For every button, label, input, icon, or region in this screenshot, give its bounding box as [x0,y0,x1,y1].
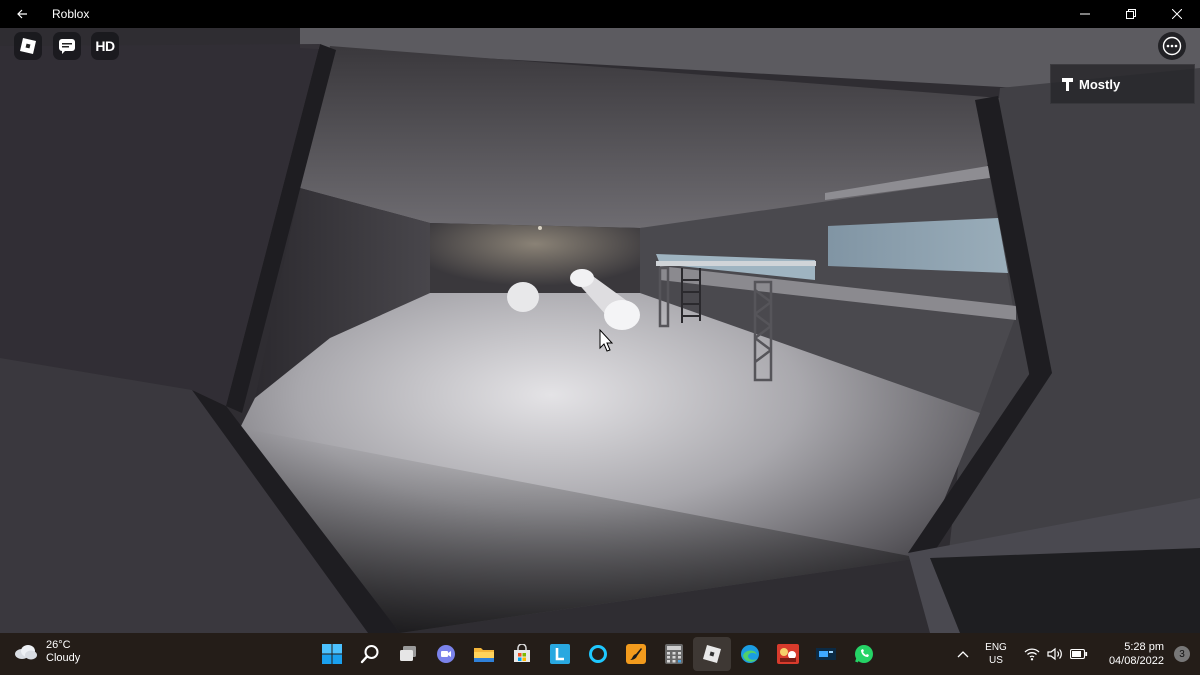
volume-icon [1047,647,1062,661]
tool-slot[interactable]: Mostly [1050,64,1195,104]
game-app-icon [777,644,799,664]
window-controls [1062,0,1200,28]
game-app-button[interactable] [769,637,807,671]
clock-time: 5:28 pm [1124,641,1164,653]
microsoft-store-button[interactable] [503,637,541,671]
chat-icon [59,39,75,54]
roblox-app-icon [703,645,721,663]
cloudy-icon [15,645,37,660]
teams-chat-button[interactable] [427,637,465,671]
video-app-button[interactable] [807,637,845,671]
back-button[interactable] [0,0,44,28]
video-app-icon [816,648,836,660]
windows-taskbar: 26°C Cloudy ENG US 5:28 pm 04/08/2022 3 [0,633,1200,675]
calculator-icon [665,644,683,664]
more-options-icon [1162,36,1182,56]
roblox-app-button[interactable] [693,637,731,671]
calculator-button[interactable] [655,637,693,671]
quick-settings[interactable] [1024,647,1088,661]
language-code: ENG [985,642,1007,653]
paint-app-button[interactable] [617,637,655,671]
roblox-menu-button[interactable] [14,32,42,60]
notification-badge[interactable]: 3 [1174,646,1190,662]
game-viewport[interactable]: HD Mostly [0,28,1200,633]
back-arrow-icon [17,9,27,19]
minimize-button[interactable] [1062,0,1108,28]
search-button[interactable] [351,637,389,671]
file-explorer-icon [474,648,494,662]
clock[interactable]: 5:28 pm 04/08/2022 [1098,640,1164,668]
wifi-icon [1024,648,1040,661]
restore-button[interactable] [1108,0,1154,28]
roblox-logo-icon [20,38,36,54]
close-button[interactable] [1154,0,1200,28]
hammer-icon [1062,78,1073,91]
show-hidden-icons-button[interactable] [950,650,976,658]
search-icon [360,645,379,664]
weather-temperature: 26°C [46,639,71,651]
l-app-icon [550,644,570,664]
more-options-button[interactable] [1158,32,1186,60]
start-button[interactable] [313,637,351,671]
chevron-up-icon [957,651,969,658]
weather-widget[interactable]: 26°C Cloudy [14,639,80,665]
task-view-icon [400,646,416,661]
hd-label: HD [95,38,115,54]
edge-icon [741,645,759,663]
restore-icon [1126,9,1136,19]
microsoft-store-icon [514,644,530,662]
cylinder-part[interactable] [507,282,539,312]
whatsapp-icon [855,645,873,663]
tool-name: Mostly [1079,76,1121,92]
window-title: Roblox [52,7,90,21]
l-app-button[interactable] [541,637,579,671]
language-indicator[interactable]: ENG US [976,641,1016,667]
file-explorer-button[interactable] [465,637,503,671]
game-scene[interactable] [0,28,1200,633]
language-region: US [989,655,1003,666]
system-tray: ENG US 5:28 pm 04/08/2022 3 [950,633,1200,675]
clock-date: 04/08/2022 [1108,655,1164,667]
window-titlebar: Roblox [0,0,1200,28]
teams-chat-icon [437,645,455,663]
weather-condition: Cloudy [46,652,81,664]
minimize-icon [1080,13,1090,15]
task-view-button[interactable] [389,637,427,671]
paint-app-icon [626,644,646,664]
windows-start-icon [322,644,342,664]
chat-button[interactable] [53,32,81,60]
taskbar-apps [313,637,883,671]
cortana-icon [589,645,607,663]
battery-icon [1070,648,1088,660]
whatsapp-button[interactable] [845,637,883,671]
cortana-button[interactable] [579,637,617,671]
hd-toggle-button[interactable]: HD [91,32,119,60]
close-icon [1172,9,1182,19]
edge-button[interactable] [731,637,769,671]
